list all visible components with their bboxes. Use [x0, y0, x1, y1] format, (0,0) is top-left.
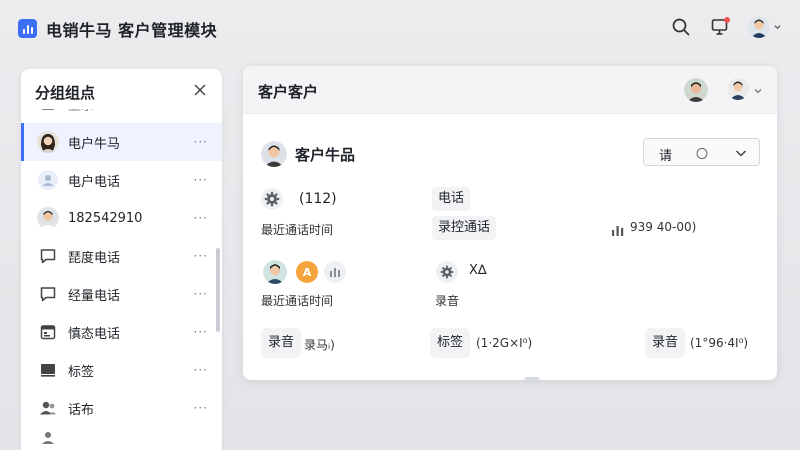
app-title: 电销牛马 客户管理模块	[46, 21, 218, 40]
contact-avatar	[263, 260, 287, 284]
user-avatar	[748, 16, 770, 38]
sidebar-item-7[interactable]: 标签 ···	[21, 351, 222, 389]
more-icon[interactable]: ···	[194, 136, 208, 148]
sidebar-item-label: 电户牛马	[68, 136, 121, 152]
select-value: 请	[659, 149, 673, 164]
tag-detail: (1·2G×I⁰)	[476, 336, 533, 350]
calendar-icon	[40, 325, 56, 340]
customer-header: 客户牛品	[261, 141, 355, 167]
more-icon[interactable]: ···	[194, 364, 208, 376]
agent-avatar[interactable]	[684, 78, 708, 102]
recording-detail: 录马ᵢ)	[304, 338, 335, 352]
chat-icon	[40, 249, 56, 264]
panel-header: 分组组点	[21, 69, 222, 113]
customer-avatar	[261, 141, 287, 167]
chevron-down-icon	[774, 25, 781, 30]
recent-call-label: 最近通话时间	[261, 223, 334, 237]
notification-dot	[724, 17, 730, 23]
list-item-clipped: 显示	[21, 109, 222, 123]
mute-text: X∆	[469, 263, 487, 278]
filter-select[interactable]: 请 〇	[643, 138, 760, 166]
chevron-down-icon	[735, 150, 747, 157]
more-icon[interactable]: ···	[194, 212, 208, 224]
chevron-down-icon[interactable]	[753, 86, 763, 96]
sidebar-item-4[interactable]: 琵度电话 ···	[21, 237, 222, 275]
stat-value: 939 40-00)	[630, 220, 697, 234]
more-icon[interactable]: ···	[194, 250, 208, 262]
record-call-chip[interactable]: 录控通话	[432, 216, 497, 240]
sidebar-item-label: 标签	[68, 364, 95, 380]
user-avatar[interactable]	[727, 78, 749, 100]
chat-icon	[40, 287, 56, 302]
tag-icon	[41, 364, 55, 377]
contact-card-icon	[37, 109, 59, 115]
recording-detail-2: (1°96·4I⁰)	[690, 336, 749, 350]
customer-card: 客户客户 客户牛品 请 〇 (112) 最近通话时间 电话 录控通话 939 4…	[243, 66, 777, 380]
tag-button[interactable]: 标签	[430, 328, 471, 358]
badge-icon: A	[296, 261, 318, 283]
search-icon	[672, 18, 690, 36]
top-bar: 电销牛马 客户管理模块	[0, 0, 800, 56]
person-icon	[38, 170, 58, 190]
recording-label: 录音	[435, 294, 460, 308]
monitor-button[interactable]	[707, 14, 733, 40]
search-button[interactable]	[668, 14, 694, 40]
sidebar-item-8[interactable]: 话布 ···	[21, 389, 222, 427]
sidebar-item-label: 182542910	[68, 210, 143, 226]
sidebar-item-2[interactable]: 电户电话 ···	[21, 161, 222, 199]
card-header: 客户客户	[243, 66, 777, 114]
app-logo-icon	[18, 19, 37, 38]
sidebar-item-0[interactable]: 显示	[21, 109, 222, 123]
gear-icon	[436, 261, 458, 283]
customer-name: 客户牛品	[295, 145, 356, 164]
sidebar-item-label: 琵度电话	[68, 250, 121, 266]
group-panel: 分组组点 显示 电户牛马 ···	[21, 69, 222, 450]
sidebar-item-1[interactable]: 电户牛马 ···	[21, 123, 222, 161]
avatar-female-icon	[37, 131, 59, 153]
more-icon[interactable]: ···	[194, 174, 208, 186]
recording-button-2[interactable]: 录音	[645, 328, 686, 358]
people-icon	[40, 401, 56, 415]
sidebar-item-label: 经量电话	[68, 288, 121, 304]
recording-button[interactable]: 录音	[261, 328, 302, 358]
panel-title: 分组组点	[35, 84, 96, 102]
card-scroll-indicator[interactable]	[524, 377, 540, 383]
call-count: (112)	[299, 191, 337, 207]
select-mark: 〇	[696, 147, 709, 161]
avatar-male-icon	[37, 207, 59, 229]
sidebar-item-label: 话布	[68, 402, 95, 418]
sidebar-item-label: 慎态电话	[68, 326, 121, 342]
card-title: 客户客户	[258, 83, 319, 101]
bar-chart-icon	[324, 261, 346, 283]
close-icon[interactable]	[192, 82, 208, 98]
bar-chart-icon	[611, 221, 625, 240]
gear-icon	[261, 188, 283, 210]
phone-chip[interactable]: 电话	[432, 187, 471, 211]
group-list: 显示 电户牛马 ··· 电户电话 ···	[21, 109, 222, 447]
sidebar-item-5[interactable]: 经量电话 ···	[21, 275, 222, 313]
sidebar-scrollbar[interactable]	[216, 248, 220, 332]
sidebar-item-3[interactable]: 182542910 ···	[21, 199, 222, 237]
user-menu[interactable]	[748, 14, 782, 40]
more-icon[interactable]: ···	[194, 326, 208, 338]
more-icon[interactable]: ···	[194, 402, 208, 414]
more-icon[interactable]: ···	[194, 288, 208, 300]
sidebar-item-partial[interactable]	[21, 427, 222, 447]
person-icon	[42, 432, 54, 444]
recent-call-label: 最近通话时间	[261, 294, 334, 308]
sidebar-item-label: 电户电话	[68, 174, 121, 190]
sidebar-item-6[interactable]: 慎态电话 ···	[21, 313, 222, 351]
